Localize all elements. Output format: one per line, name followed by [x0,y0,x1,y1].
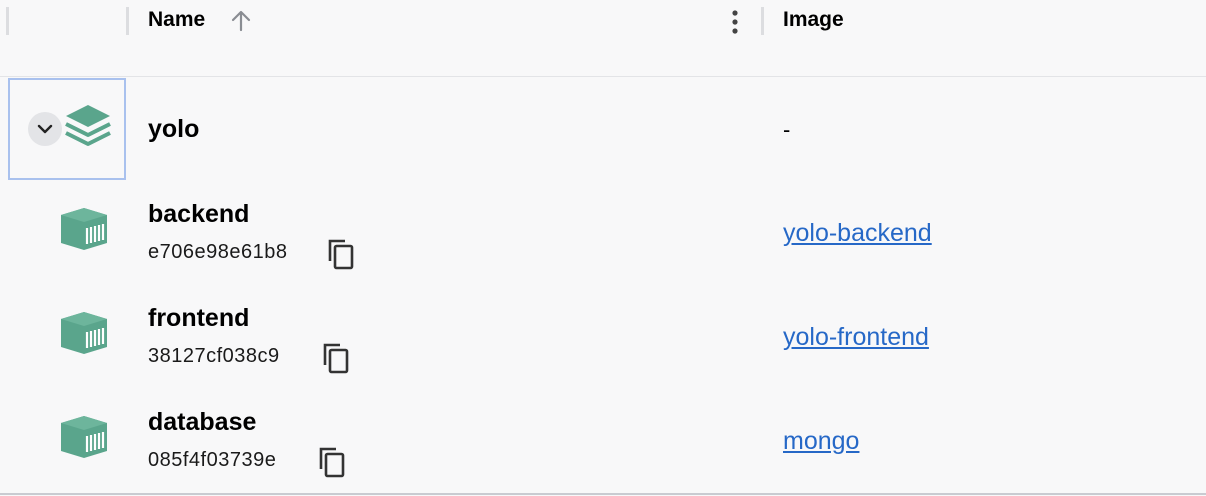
image-link[interactable]: yolo-frontend [783,323,929,352]
image-link[interactable]: mongo [783,427,859,456]
copy-icon[interactable] [324,237,356,271]
container-name[interactable]: database [148,408,256,437]
arrow-up-icon[interactable] [228,8,254,34]
container-icon [61,312,107,354]
group-image-value: - [783,117,791,142]
image-link[interactable]: yolo-backend [783,219,932,248]
kebab-menu-icon[interactable] [726,7,744,37]
expand-button[interactable] [28,112,62,146]
container-name[interactable]: backend [148,200,249,229]
column-divider[interactable] [761,7,764,35]
column-header-image[interactable]: Image [783,8,844,32]
container-icon [61,208,107,250]
column-header-name[interactable]: Name [148,8,205,32]
table-bottom-border [0,493,1206,495]
copy-icon[interactable] [319,341,351,375]
column-divider[interactable] [6,7,9,35]
chevron-down-icon [37,124,53,134]
table-header: Name Image [0,0,1206,77]
column-divider[interactable] [126,7,129,35]
container-id: e706e98e61b8 [148,241,288,263]
group-name[interactable]: yolo [148,115,199,144]
container-name[interactable]: frontend [148,304,249,333]
container-icon [61,416,107,458]
container-id: 085f4f03739e [148,449,277,471]
stack-layers-icon [65,105,111,146]
copy-icon[interactable] [315,445,347,479]
container-id: 38127cf038c9 [148,345,280,367]
